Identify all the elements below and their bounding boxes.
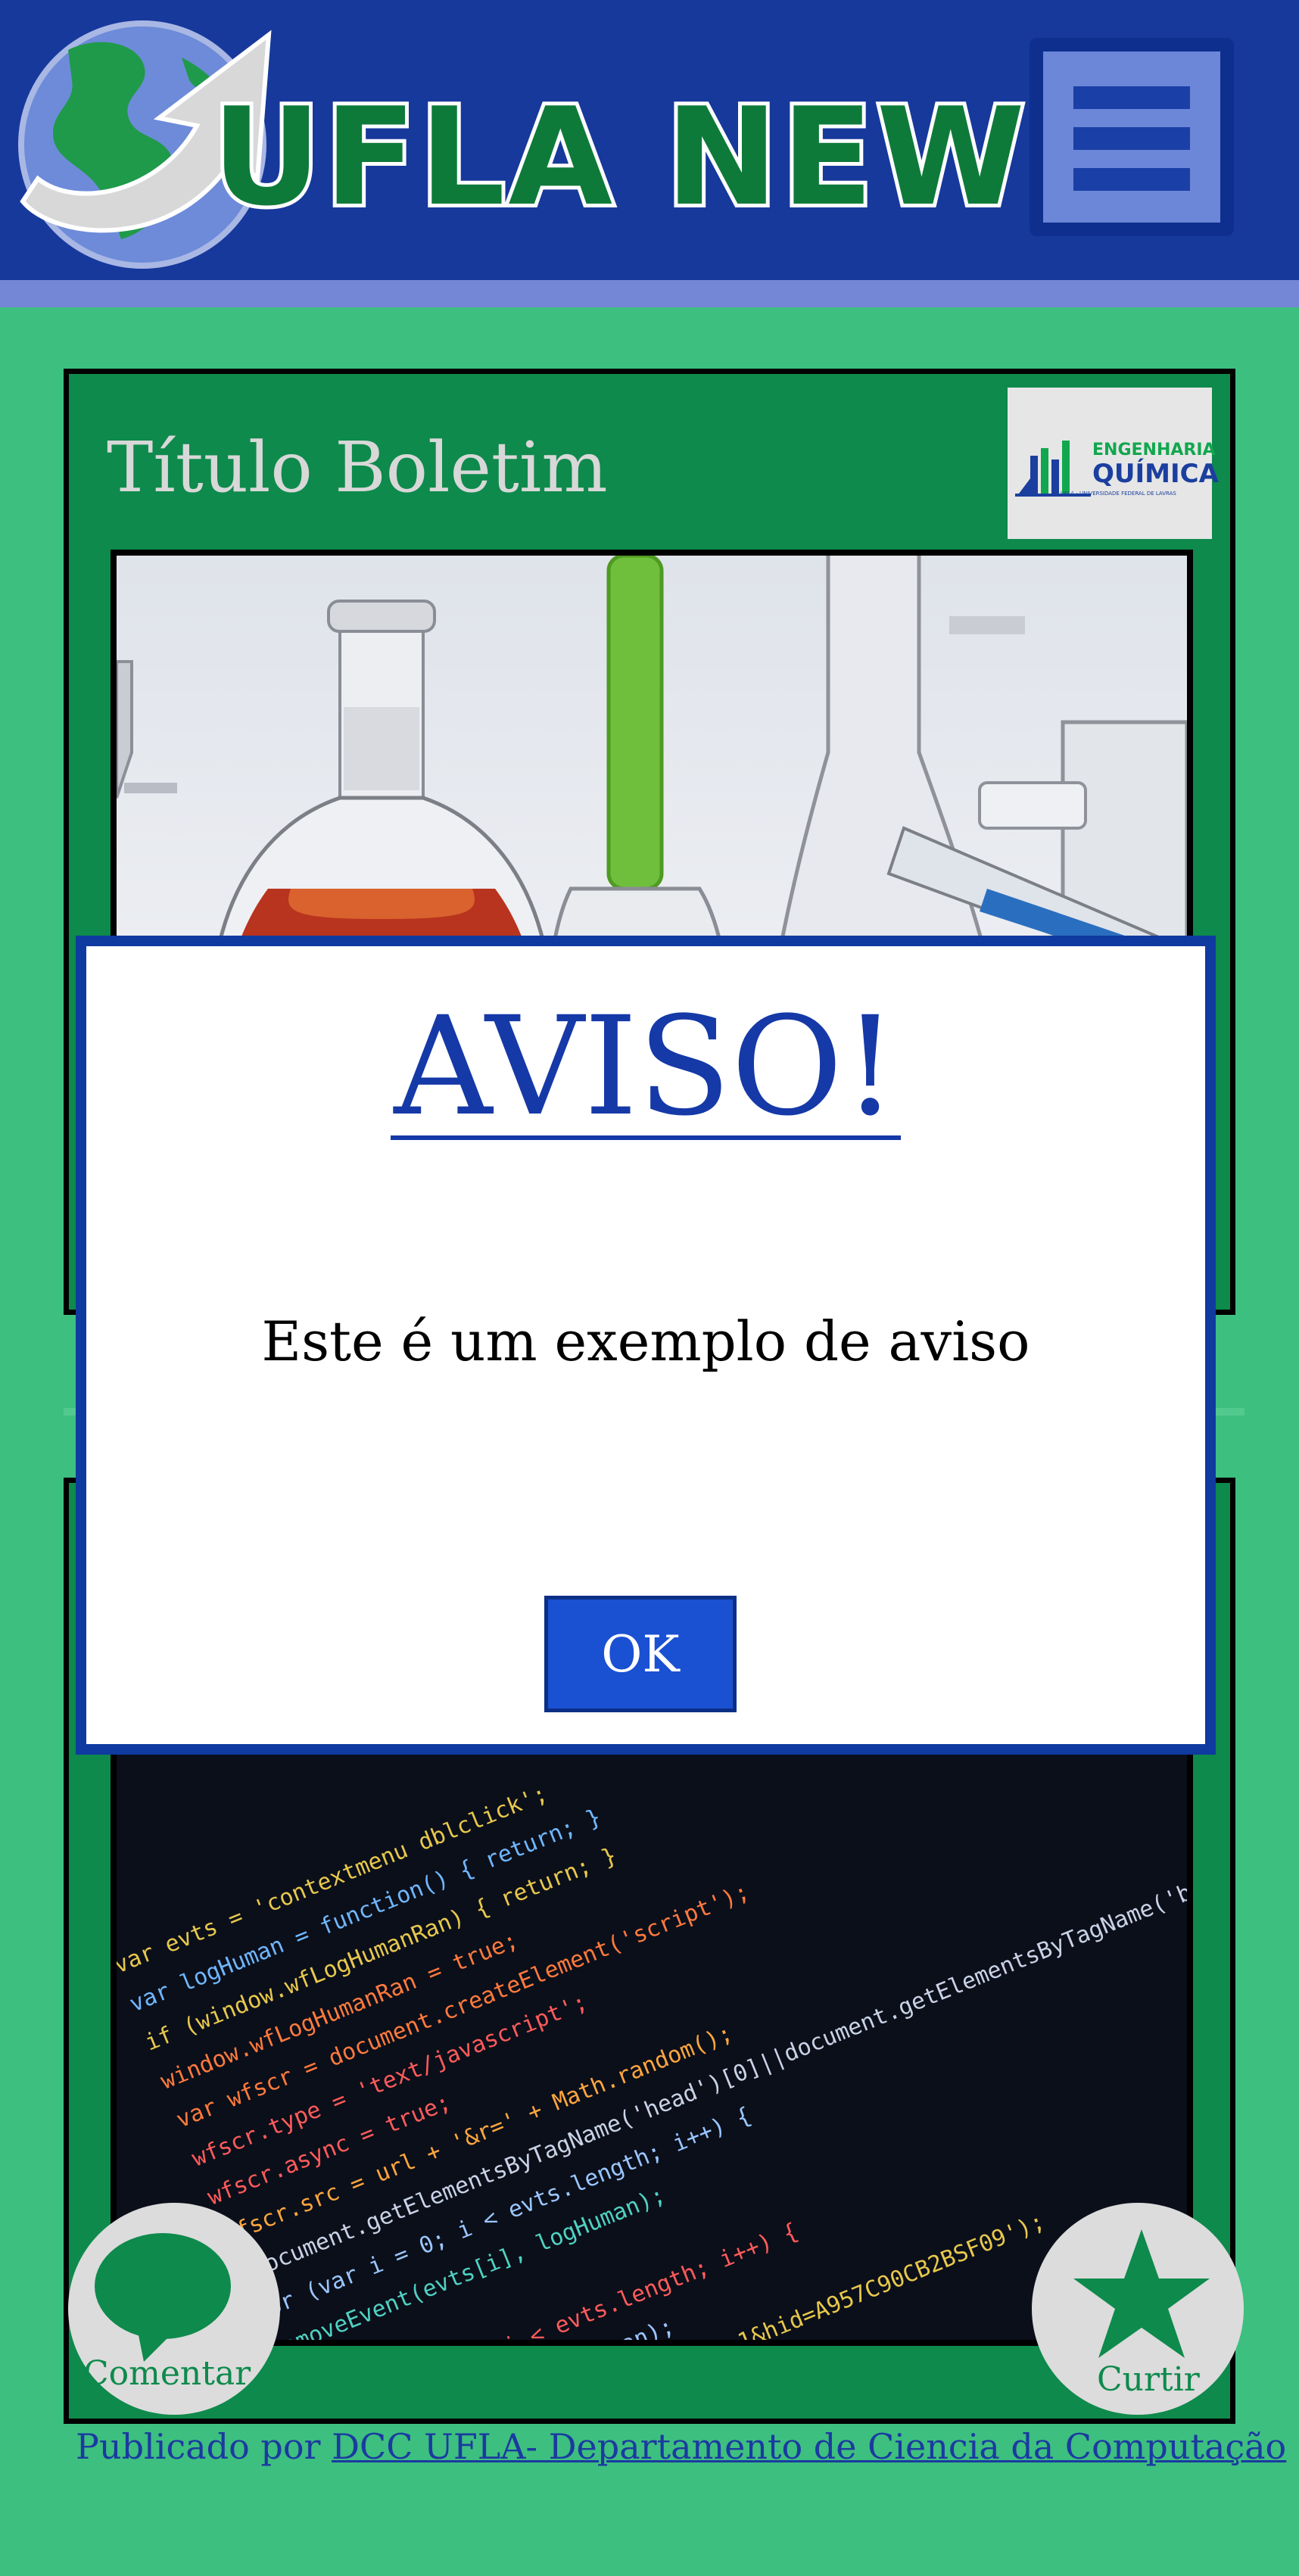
alert-title: AVISO! [86, 999, 1205, 1140]
alert-title-text: AVISO! [391, 999, 901, 1140]
ok-button[interactable]: OK [544, 1596, 737, 1712]
modal-overlay: AVISO! Este é um exemplo de aviso OK [0, 0, 1299, 2576]
alert-message: Este é um exemplo de aviso [261, 1310, 1030, 1373]
alert-dialog: AVISO! Este é um exemplo de aviso OK [76, 936, 1216, 1755]
